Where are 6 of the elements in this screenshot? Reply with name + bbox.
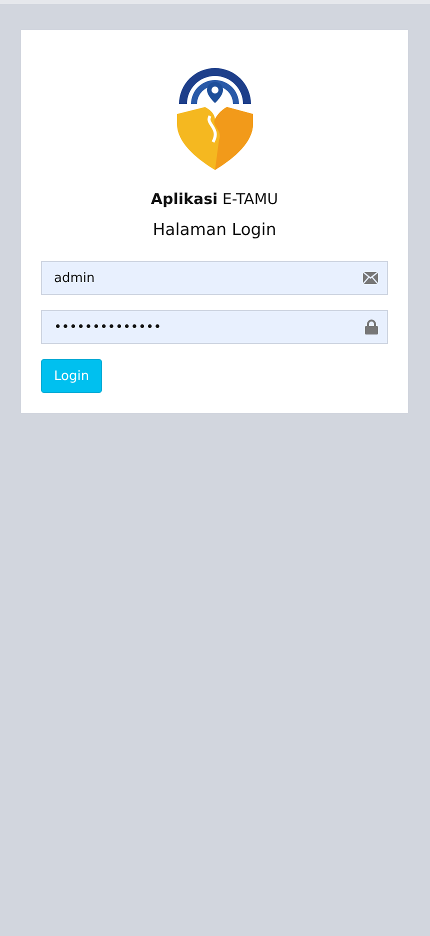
lock-icon	[365, 320, 378, 334]
username-field[interactable]: admin	[41, 261, 388, 295]
page-subtitle: Halaman Login	[152, 220, 278, 239]
password-field[interactable]: ••••••••••••••	[41, 310, 388, 344]
app-title: Aplikasi E-TAMU	[150, 190, 280, 208]
envelope-icon	[363, 272, 378, 284]
